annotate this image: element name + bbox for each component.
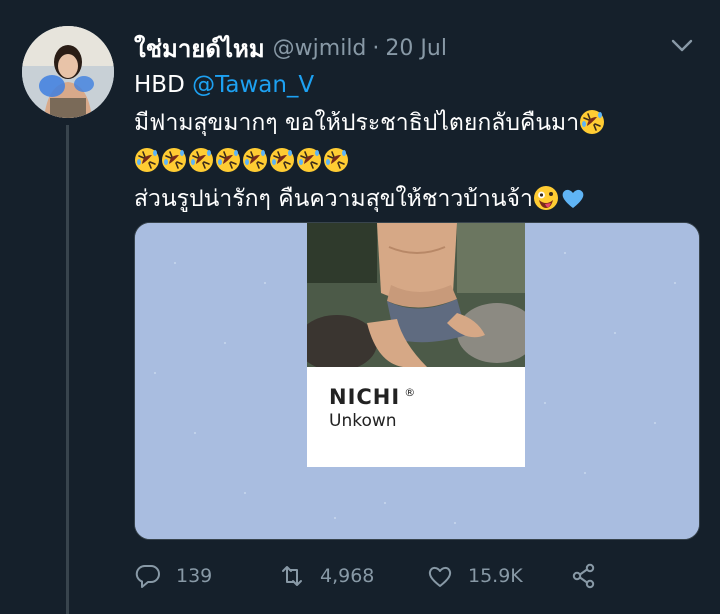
- text-line-3: [134, 142, 704, 180]
- text-line-2: มีฟามสุขมากๆ ขอให้ประชาธิปไตยกลับคืนมา: [134, 104, 704, 142]
- text-prefix: HBD: [134, 72, 193, 98]
- media-image[interactable]: NICHI ® Unkown: [134, 222, 700, 540]
- tweet-actions: 139 4,968 15.9K: [134, 560, 634, 592]
- avatar-image: [22, 26, 114, 118]
- text-line-4: ส่วนรูปน่ารักๆ คืนความสุขให้ชาวบ้านจ้า: [134, 180, 704, 218]
- user-handle[interactable]: @wjmild: [273, 36, 367, 61]
- tweet-text: HBD @Tawan_V มีฟามสุขมากๆ ขอให้ประชาธิปไ…: [134, 66, 704, 218]
- text-body-2: ส่วนรูปน่ารักๆ คืนความสุขให้ชาวบ้านจ้า: [134, 186, 533, 212]
- rolling-laughing-emoji: [579, 109, 605, 135]
- tweet-header: ใช่มายด์ไหม @wjmild · 20 Jul: [134, 30, 690, 66]
- timestamp[interactable]: 20 Jul: [385, 36, 447, 61]
- share-button[interactable]: [570, 560, 598, 592]
- like-button[interactable]: 15.9K: [426, 560, 523, 592]
- rolling-laughing-emoji: [269, 147, 295, 173]
- text-body: มีฟามสุขมากๆ ขอให้ประชาธิปไตยกลับคืนมา: [134, 110, 580, 136]
- brand-subtitle: Unkown: [329, 411, 397, 431]
- reply-icon: [135, 564, 160, 588]
- rolling-laughing-emoji: [242, 147, 268, 173]
- reply-button[interactable]: 139: [134, 560, 212, 592]
- zany-face-emoji: [533, 186, 558, 210]
- registered-mark: ®: [404, 386, 417, 399]
- blue-heart-emoji: [562, 189, 584, 208]
- retweet-count: 4,968: [320, 565, 375, 587]
- brand-text: NICHI: [329, 385, 401, 409]
- separator-dot: ·: [372, 35, 380, 61]
- reply-count: 139: [176, 565, 213, 587]
- product-photo: [307, 223, 525, 367]
- heart-icon: [428, 566, 452, 587]
- text-line-1: HBD @Tawan_V: [134, 66, 704, 104]
- avatar[interactable]: [22, 26, 114, 118]
- share-icon: [572, 563, 595, 589]
- like-count: 15.9K: [468, 565, 523, 587]
- rolling-laughing-emoji: [134, 147, 160, 173]
- retweet-button[interactable]: 4,968: [278, 560, 374, 592]
- rolling-laughing-emoji: [161, 147, 187, 173]
- brand-name: NICHI ®: [329, 385, 416, 409]
- chevron-down-icon[interactable]: [670, 36, 694, 56]
- mention-link[interactable]: @Tawan_V: [192, 72, 314, 98]
- display-name[interactable]: ใช่มายด์ไหม: [134, 29, 265, 68]
- retweet-icon: [282, 566, 302, 586]
- rolling-laughing-emoji: [188, 147, 214, 173]
- rolling-laughing-emoji: [215, 147, 241, 173]
- thread-line: [66, 125, 69, 614]
- rolling-laughing-emoji: [323, 147, 349, 173]
- product-card: NICHI ® Unkown: [307, 223, 525, 467]
- rolling-laughing-emoji: [296, 147, 322, 173]
